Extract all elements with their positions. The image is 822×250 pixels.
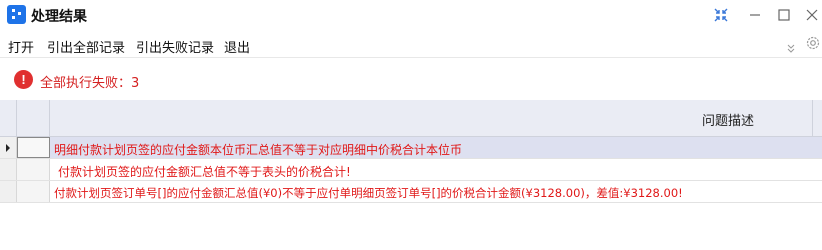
close-button[interactable] [796,0,822,30]
menu-export-failed[interactable]: 引出失败记录 [136,37,214,56]
current-row-arrow-icon [6,144,10,152]
shrink-button[interactable] [705,0,737,30]
app-logo-icon [7,5,26,24]
maximize-icon [778,9,790,21]
error-icon: ! [14,70,33,89]
table-row[interactable]: 付款计划页签订单号[]的应付金额汇总值(¥0)不等于应付单明细页签订单号[]的价… [0,181,822,203]
result-summary: ! 全部执行失败：3 [0,58,822,100]
column-divider[interactable] [812,100,813,137]
minimize-icon [750,14,760,16]
row-indicator [0,181,17,202]
collapse-arrows-icon [714,8,728,22]
minimize-button[interactable] [739,0,771,30]
column-header-description[interactable]: 问题描述 [702,110,754,129]
issue-description-cell[interactable]: 付款计划页签订单号[]的应付金额汇总值(¥0)不等于应付单明细页签订单号[]的价… [54,185,683,201]
row-indicator-header [0,100,17,137]
failure-summary-text: 全部执行失败：3 [40,76,140,91]
close-icon [806,9,818,21]
menu-export-all[interactable]: 引出全部记录 [47,37,125,56]
menu-bar: 打开 引出全部记录 引出失败记录 退出 [0,30,822,58]
grid-empty-area [0,203,822,250]
table-row[interactable]: 明细付款计划页签的应付金额本位币汇总值不等于对应明细中价税合计本位币 [0,137,822,159]
settings-gear-icon[interactable] [805,35,821,54]
results-grid: 问题描述 明细付款计划页签的应付金额本位币汇总值不等于对应明细中价税合计本位币 … [0,100,822,250]
overflow-chevron-icon[interactable] [787,42,795,56]
select-column-header[interactable] [17,100,50,137]
grid-header: 问题描述 [0,100,822,137]
issue-description-cell[interactable]: 明细付款计划页签的应付金额本位币汇总值不等于对应明细中价税合计本位币 [54,141,462,158]
title-bar: 处理结果 [0,0,822,30]
row-select-cell[interactable] [17,137,50,158]
row-select-cell[interactable] [17,181,50,202]
table-row[interactable]: 付款计划页签的应付金额汇总值不等于表头的价税合计! [0,159,822,181]
row-indicator [0,137,17,158]
menu-quit[interactable]: 退出 [224,37,250,56]
row-select-cell[interactable] [17,159,50,180]
window-title: 处理结果 [31,9,87,25]
issue-description-cell[interactable]: 付款计划页签的应付金额汇总值不等于表头的价税合计! [58,163,351,180]
row-indicator [0,159,17,180]
menu-open[interactable]: 打开 [8,37,34,56]
